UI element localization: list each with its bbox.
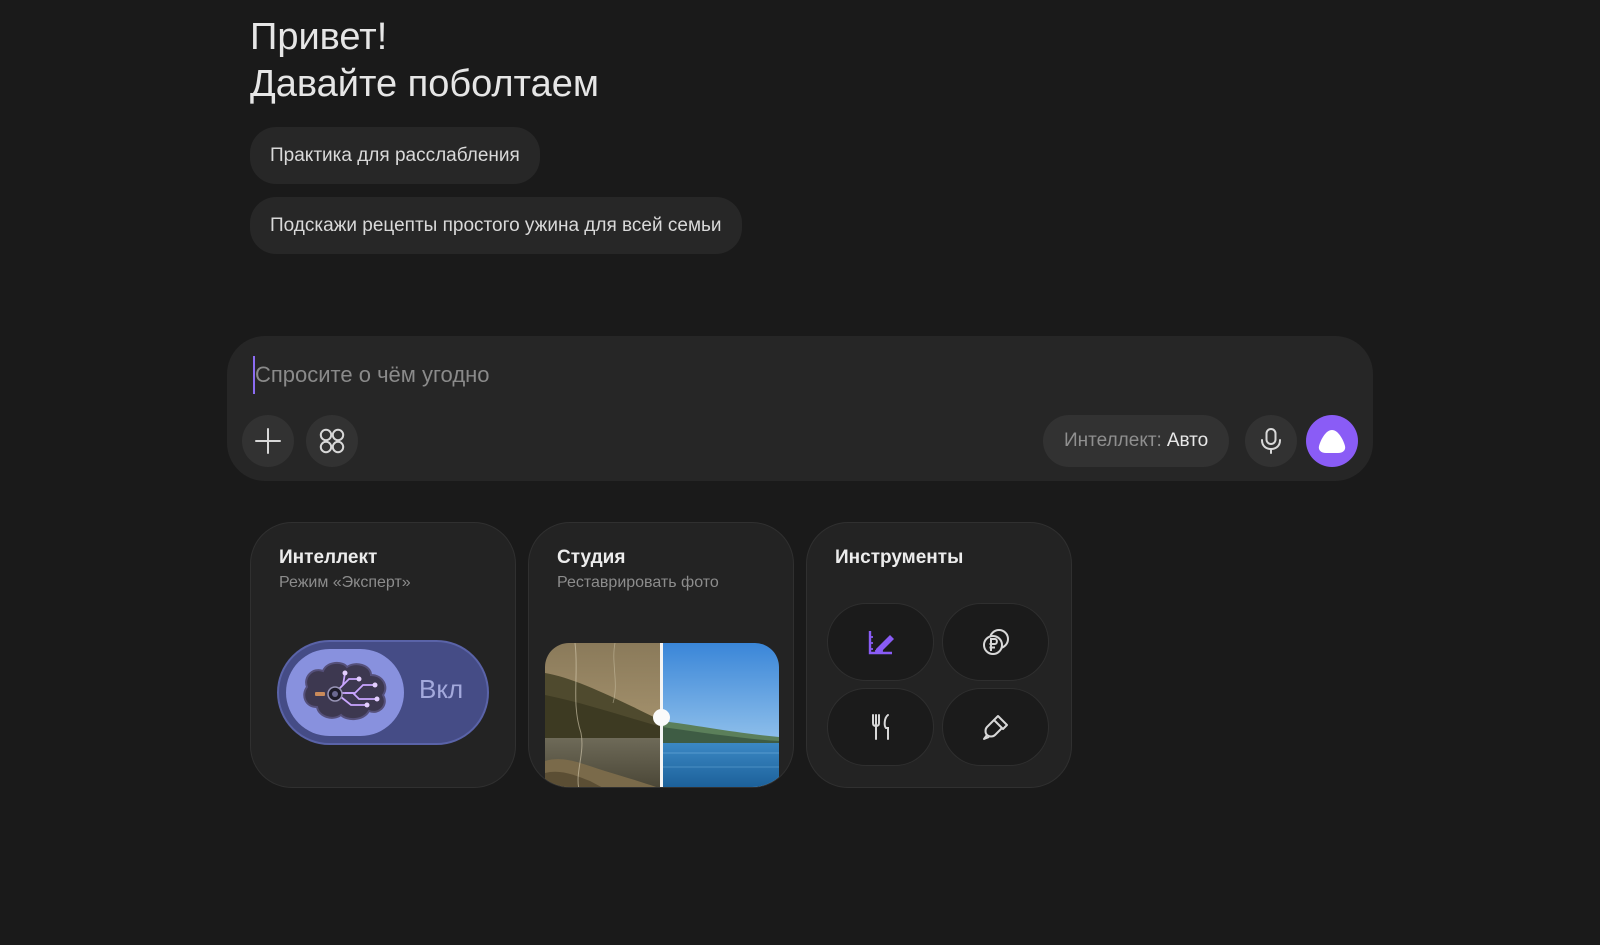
studio-card-subtitle: Реставрировать фото (557, 574, 719, 591)
tools-card-title: Инструменты (835, 547, 964, 568)
greeting-line-2: Давайте поболтаем (250, 63, 599, 105)
apps-button[interactable] (306, 415, 358, 467)
suggestion-chip-relax[interactable]: Практика для расслабления (250, 127, 540, 184)
tool-design-button[interactable] (942, 688, 1049, 766)
toggle-knob (286, 649, 404, 736)
studio-card[interactable]: Студия Реставрировать фото (528, 522, 794, 788)
tools-card[interactable]: Инструменты (806, 522, 1072, 788)
studio-card-title: Студия (557, 547, 626, 568)
brain-chip-icon (303, 661, 387, 720)
mode-label: Интеллект: (1064, 430, 1162, 451)
brush-icon (982, 715, 1008, 740)
microphone-button[interactable] (1245, 415, 1297, 467)
toggle-state-label: Вкл (419, 674, 464, 704)
fork-knife-icon (871, 714, 889, 740)
attach-button[interactable] (242, 415, 294, 467)
pen-ruler-icon (868, 631, 894, 655)
ruble-coins-icon (982, 629, 1009, 655)
app-page: Привет! Давайте поболтаем Практика для р… (0, 0, 1600, 945)
tool-write-button[interactable] (827, 603, 934, 681)
intellect-card-title: Интеллект (279, 547, 378, 568)
message-input[interactable] (253, 356, 1337, 394)
apps-grid-icon (319, 428, 345, 454)
assistant-send-button[interactable] (1306, 415, 1358, 467)
compare-handle[interactable] (653, 709, 670, 726)
intellect-card-subtitle: Режим «Эксперт» (279, 574, 411, 591)
intellect-mode-selector[interactable]: Интеллект: Авто (1043, 415, 1230, 467)
microphone-icon (1261, 428, 1281, 454)
greeting: Привет! Давайте поболтаем (250, 14, 599, 108)
tool-recipes-button[interactable] (827, 688, 934, 766)
suggestion-chip-recipes[interactable]: Подскажи рецепты простого ужина для всей… (250, 197, 742, 254)
photo-restore-preview (545, 643, 779, 787)
expert-mode-toggle[interactable]: Вкл (277, 640, 489, 745)
greeting-line-1: Привет! (250, 16, 388, 58)
mode-value: Авто (1166, 430, 1209, 451)
plus-icon (255, 428, 281, 454)
intellect-card[interactable]: Интеллект Режим «Эксперт» Вкл (250, 522, 516, 788)
composer: Интеллект: Авто (227, 336, 1373, 481)
assistant-logo-icon (1318, 430, 1346, 453)
tool-finance-button[interactable] (942, 603, 1049, 681)
